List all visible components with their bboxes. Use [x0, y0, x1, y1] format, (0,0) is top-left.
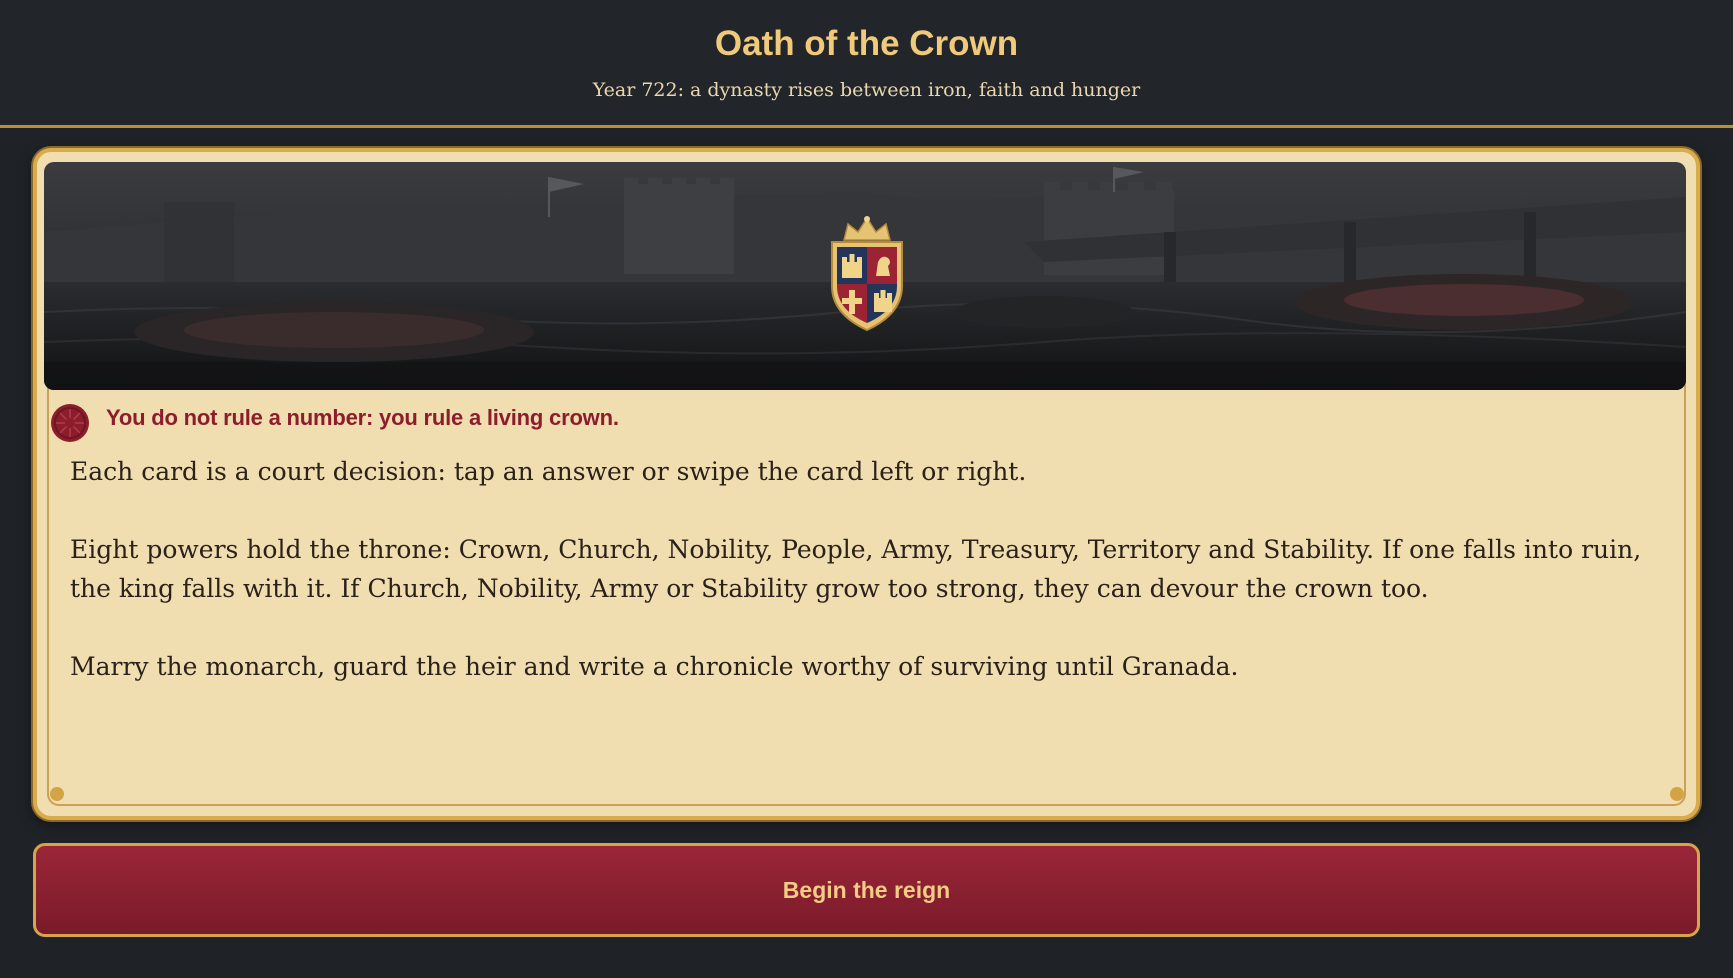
game-title: Oath of the Crown — [714, 24, 1019, 63]
card-rivet-right — [1670, 787, 1684, 801]
begin-reign-label: Begin the reign — [782, 876, 951, 903]
begin-reign-button[interactable]: Begin the reign — [33, 843, 1700, 937]
card-paragraph-2: Eight powers hold the throne: Crown, Chu… — [70, 535, 1642, 603]
header: Oath of the Crown Year 722: a dynasty ri… — [0, 0, 1733, 128]
crown-seal-icon — [50, 403, 90, 443]
royal-crest-icon — [826, 214, 908, 334]
card-motto: You do not rule a number: you rule a liv… — [106, 405, 619, 430]
card-paragraph-1: Each card is a court decision: tap an an… — [70, 457, 1027, 486]
card-paragraph-3: Marry the monarch, guard the heir and wr… — [70, 652, 1239, 681]
game-subtitle: Year 722: a dynasty rises between iron, … — [592, 79, 1141, 101]
card-rivet-left — [50, 787, 64, 801]
